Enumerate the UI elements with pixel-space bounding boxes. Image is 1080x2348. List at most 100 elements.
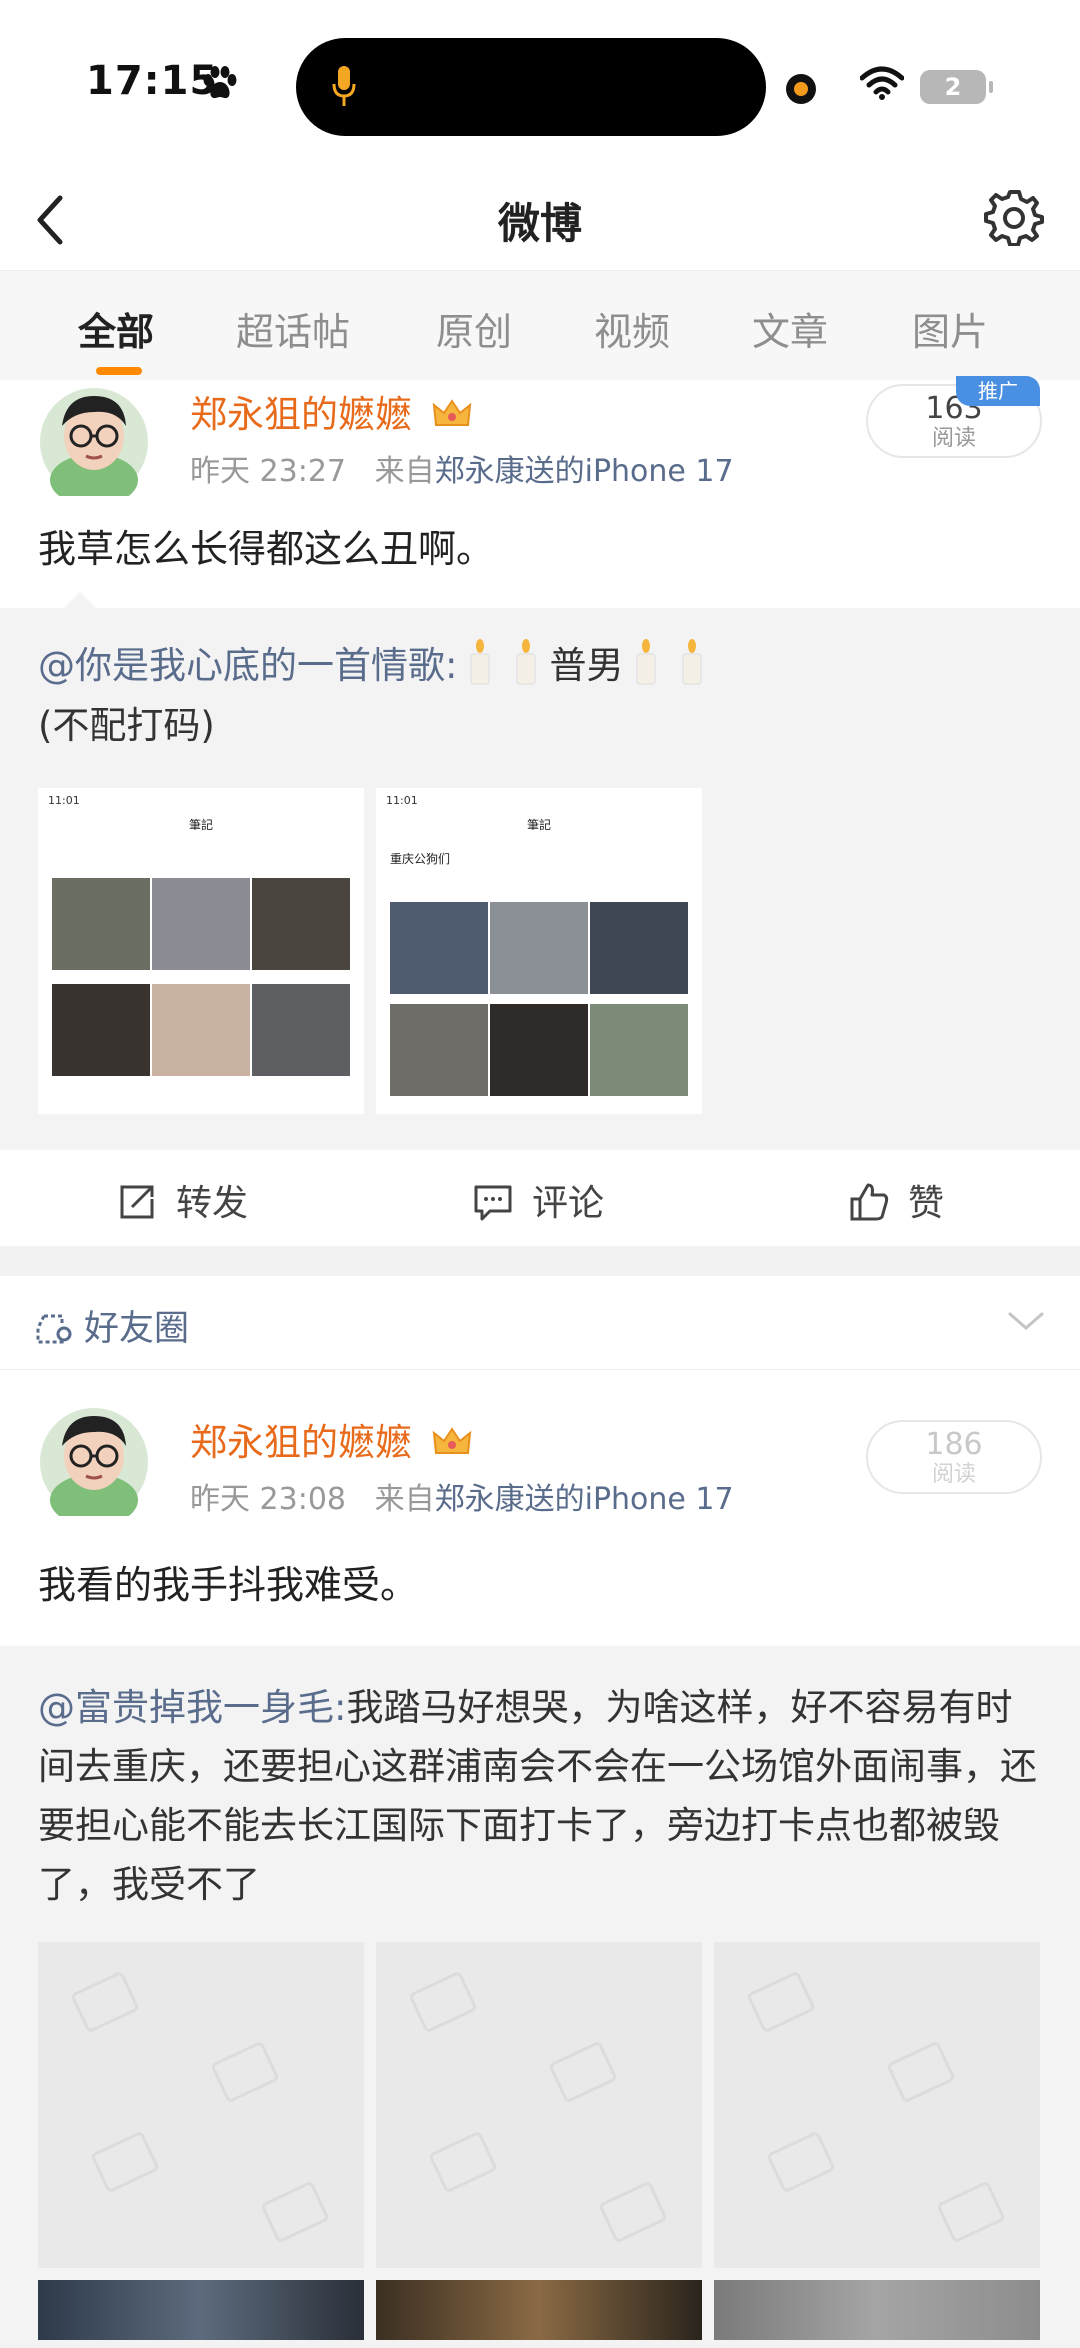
read-count: 186 <box>925 1427 983 1462</box>
share-icon <box>120 1185 154 1219</box>
thumb-photo <box>52 878 150 970</box>
crown-icon <box>432 1427 471 1454</box>
comment-icon <box>474 1185 512 1221</box>
post-image-2[interactable]: 11:01 筆記 重庆公狗们 <box>376 788 702 1114</box>
post-image-1[interactable]: 11:01 筆記 <box>38 788 364 1114</box>
thumb-photo <box>152 984 250 1076</box>
tab-original[interactable]: 原创 <box>436 301 512 356</box>
repost-label: 转发 <box>176 1183 249 1224</box>
image-placeholder[interactable] <box>38 1942 364 2268</box>
friends-circle-bar[interactable]: 好友圈 <box>0 1276 1080 1370</box>
source-prefix: 来自 <box>374 1482 435 1517</box>
username-text: 郑永狙的嬷嬷 <box>190 1421 412 1464</box>
thumb-title: 筆記 <box>526 818 551 832</box>
comment-button[interactable]: 评论 <box>472 1174 604 1226</box>
friends-circle-icon <box>36 1314 72 1344</box>
like-button[interactable]: 赞 <box>848 1174 944 1226</box>
nav-bar: 微博 <box>0 170 1080 270</box>
source-prefix: 来自 <box>374 454 435 489</box>
clock: 17:15 <box>86 58 219 104</box>
candle-icon <box>516 639 536 685</box>
post-image[interactable] <box>376 2280 702 2340</box>
battery-icon: 2 <box>920 70 993 104</box>
friends-circle-label: 好友圈 <box>34 1300 189 1351</box>
image-placeholder-icon <box>71 1972 329 2242</box>
filter-tabs: 全部 超话帖 原创 视频 文章 图片 <box>0 270 1080 380</box>
thumbs-up-icon <box>850 1183 889 1221</box>
gear-icon[interactable] <box>984 186 1044 246</box>
recording-indicator-icon <box>786 74 816 104</box>
thumb-photo <box>390 902 488 994</box>
microphone-icon <box>332 66 356 106</box>
post-source[interactable]: 郑永康送的iPhone 17 <box>435 454 734 489</box>
tab-video[interactable]: 视频 <box>594 301 670 356</box>
candle-icon <box>470 639 490 685</box>
post-source[interactable]: 郑永康送的iPhone 17 <box>435 1482 734 1517</box>
chevron-down-icon[interactable] <box>1006 1306 1046 1336</box>
thumb-photo <box>490 902 588 994</box>
username[interactable]: 郑永狙的嬷嬷 <box>190 1412 472 1466</box>
image-placeholder[interactable] <box>376 1942 702 2268</box>
tab-article[interactable]: 文章 <box>752 301 828 356</box>
thumb-photo <box>490 1004 588 1096</box>
read-count-badge: 186 阅读 <box>866 1420 1042 1494</box>
thumb-photo <box>390 1004 488 1096</box>
tab-pictures[interactable]: 图片 <box>912 301 988 356</box>
repost-block[interactable]: @富贵掉我一身毛:我踏马好想哭，为啥这样，好不容易有时间去重庆，还要担心这群浦南… <box>0 1646 1080 2348</box>
thumb-title: 筆記 <box>188 818 213 832</box>
post-meta: 昨天 23:08 来自郑永康送的iPhone 17 <box>190 1474 734 1518</box>
page-title: 微博 <box>497 199 582 248</box>
comment-label: 评论 <box>532 1183 605 1224</box>
image-placeholder-icon <box>409 1972 667 2242</box>
thumb-photo <box>252 878 350 970</box>
tab-all[interactable]: 全部 <box>78 301 154 356</box>
candle-icon <box>682 639 702 685</box>
repost-button[interactable]: 转发 <box>116 1174 248 1226</box>
post-image[interactable] <box>714 2280 1040 2340</box>
image-placeholder[interactable] <box>714 1942 1040 2268</box>
dynamic-island <box>296 38 766 136</box>
thumb-photo <box>152 878 250 970</box>
wifi-icon <box>860 66 904 100</box>
repost-pointer <box>64 592 96 608</box>
active-tab-indicator <box>96 367 142 375</box>
read-label: 阅读 <box>931 426 976 451</box>
repost-author[interactable]: @你是我心底的一首情歌: <box>38 644 457 687</box>
avatar[interactable] <box>36 1400 152 1516</box>
repost-block[interactable]: @你是我心底的一首情歌: 普男 (不配打码) 11:01 筆記 11:01 筆記 … <box>0 592 1080 1150</box>
status-bar: 17:15 2 <box>0 0 1080 170</box>
promoted-badge: 推广 <box>956 376 1040 406</box>
friends-circle-text: 好友圈 <box>84 1309 190 1349</box>
post-action-bar: 转发 评论 赞 <box>0 1150 1080 1246</box>
tab-supertopic[interactable]: 超话帖 <box>236 301 350 356</box>
thumb-status: 11:01 <box>48 794 80 807</box>
username[interactable]: 郑永狙的嬷嬷 <box>190 384 472 438</box>
username-text: 郑永狙的嬷嬷 <box>190 393 412 436</box>
like-label: 赞 <box>908 1183 945 1224</box>
post-card: 郑永狙的嬷嬷 昨天 23:27 来自郑永康送的iPhone 17 163 阅读 … <box>0 380 1080 608</box>
section-divider <box>0 1246 1080 1276</box>
repost-text: @富贵掉我一身毛:我踏马好想哭，为啥这样，好不容易有时间去重庆，还要担心这群浦南… <box>38 1678 1048 1914</box>
read-label: 阅读 <box>931 1462 976 1487</box>
repost-text-mid: 普男 <box>549 644 624 687</box>
thumb-subtitle: 重庆公狗们 <box>390 852 451 866</box>
post-image[interactable] <box>38 2280 364 2340</box>
thumb-status: 11:01 <box>386 794 418 807</box>
thumb-photo <box>52 984 150 1076</box>
thumb-photo <box>590 902 688 994</box>
repost-author[interactable]: @富贵掉我一身毛: <box>38 1686 346 1729</box>
repost-text-tail: (不配打码) <box>38 704 215 747</box>
crown-icon <box>432 399 471 426</box>
candle-icon <box>636 639 656 685</box>
image-placeholder-icon <box>747 1972 1005 2242</box>
post-meta: 昨天 23:27 来自郑永康送的iPhone 17 <box>190 446 734 490</box>
post-time: 昨天 23:27 <box>190 454 346 489</box>
avatar[interactable] <box>36 380 152 496</box>
thumb-photo <box>252 984 350 1076</box>
repost-text: @你是我心底的一首情歌: 普男 (不配打码) <box>38 636 1048 756</box>
post-card: 郑永狙的嬷嬷 昨天 23:08 来自郑永康送的iPhone 17 186 阅读 … <box>0 1370 1080 1646</box>
post-time: 昨天 23:08 <box>190 1482 346 1517</box>
thumb-photo <box>590 1004 688 1096</box>
paw-icon <box>203 66 237 99</box>
post-text: 我草怎么长得都这么丑啊。 <box>38 527 495 571</box>
